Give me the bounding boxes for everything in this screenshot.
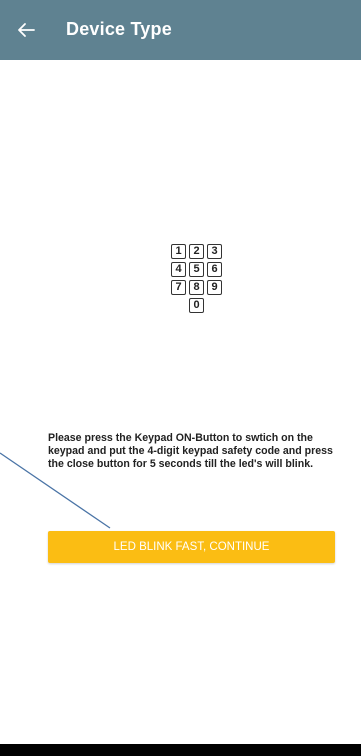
arrow-left-icon[interactable] <box>14 18 38 42</box>
keypad-key-8: 8 <box>189 280 204 295</box>
keypad-key-7: 7 <box>171 280 186 295</box>
keypad-key-6: 6 <box>207 262 222 277</box>
page-title: Device Type <box>66 19 172 39</box>
keypad-key-9: 9 <box>207 280 222 295</box>
keypad-key-0: 0 <box>189 298 204 313</box>
system-navigation-bar <box>0 744 361 756</box>
continue-button[interactable]: LED BLINK FAST, CONTINUE <box>48 531 335 563</box>
annotation-pointer-line <box>0 452 111 529</box>
keypad-key-4: 4 <box>171 262 186 277</box>
keypad-key-3: 3 <box>207 244 222 259</box>
keypad-key-2: 2 <box>189 244 204 259</box>
keypad-illustration: 1 2 3 4 5 6 7 8 9 0 <box>171 244 229 324</box>
keypad-key-1: 1 <box>171 244 186 259</box>
app-bar: Device Type <box>0 0 361 60</box>
keypad-key-5: 5 <box>189 262 204 277</box>
instruction-text: Please press the Keypad ON-Button to swt… <box>48 432 333 471</box>
